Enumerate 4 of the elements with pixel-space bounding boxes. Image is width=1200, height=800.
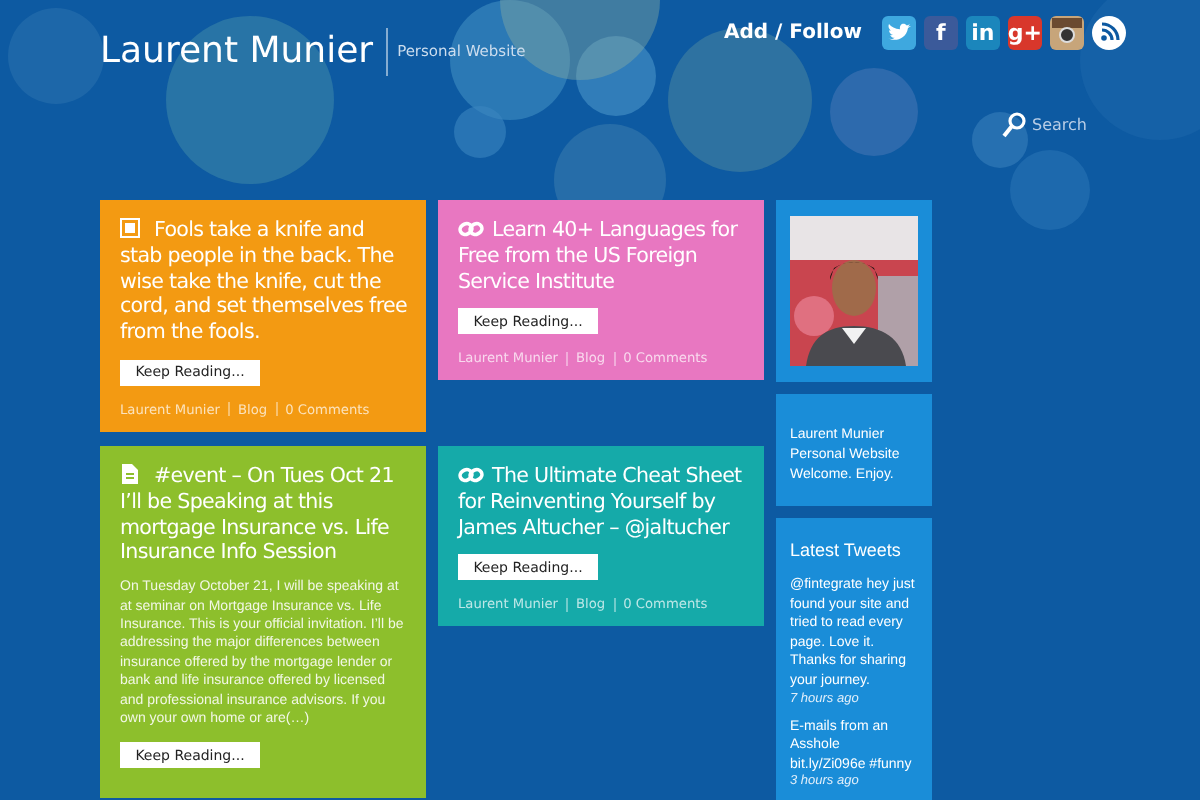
post-title[interactable]: The Ultimate Cheat Sheet for Reinventing Yourself by James Altucher – @jaltucher bbox=[458, 463, 746, 541]
link-icon bbox=[458, 463, 484, 484]
post-title[interactable]: #event – On Tues Oct 21 I’ll be Speaking at this mortgage Insurance vs. Life Insurance Info Session bbox=[120, 463, 408, 567]
tweets-heading: Latest Tweets bbox=[790, 540, 903, 560]
